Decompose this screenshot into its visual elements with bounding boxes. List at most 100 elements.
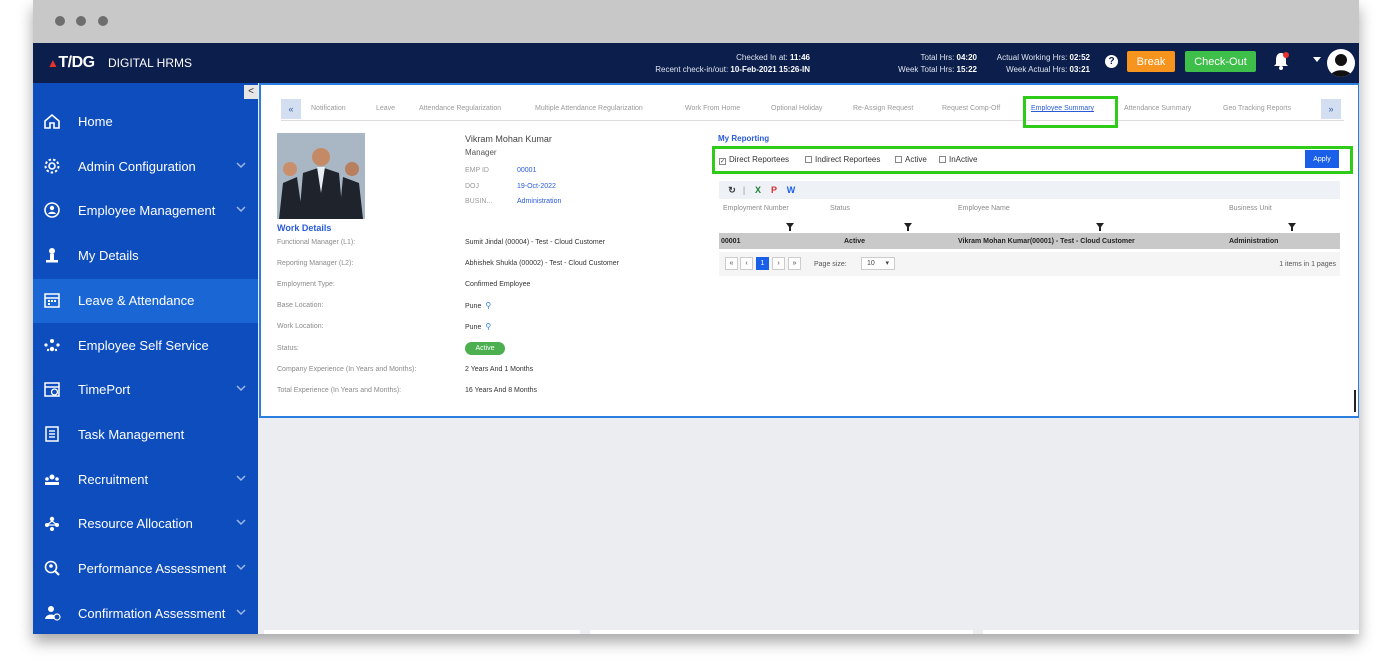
- checklist-icon: [45, 426, 59, 442]
- excel-export-icon[interactable]: X: [753, 185, 763, 195]
- sidebar-item-label: Performance Assessment: [78, 561, 227, 576]
- sidebar-item-label: TimePort: [78, 382, 131, 398]
- week-actual-stat: Week Actual Hrs: 03:21: [1006, 65, 1090, 74]
- tab-bar: « » Notification Leave Attendance Regulari…: [281, 99, 1344, 121]
- sidebar-item-timeport[interactable]: TimePort: [33, 368, 258, 412]
- pager-page-button[interactable]: 1: [756, 257, 769, 270]
- actual-working-stat: Actual Working Hrs: 02:52: [996, 53, 1090, 62]
- chevron-down-icon[interactable]: [236, 517, 246, 527]
- chevron-down-icon[interactable]: [236, 607, 246, 617]
- break-button[interactable]: Break: [1127, 51, 1175, 72]
- word-export-icon[interactable]: W: [786, 185, 796, 195]
- pdf-export-icon[interactable]: P: [769, 185, 779, 195]
- column-header-business-unit[interactable]: Business Unit: [1229, 205, 1272, 212]
- sidebar-item-home[interactable]: Home: [33, 100, 258, 144]
- pager-next-button[interactable]: ›: [772, 257, 785, 270]
- functional-manager-label: Functional Manager (L1):: [277, 239, 356, 246]
- window-dot[interactable]: [98, 16, 108, 26]
- sidebar-item-my-details[interactable]: My Details: [33, 234, 258, 278]
- sidebar-item-label: Admin Configuration: [78, 158, 196, 174]
- reporting-manager-label: Reporting Manager (L2):: [277, 260, 354, 267]
- page-size-select[interactable]: 10 ▾: [861, 257, 895, 270]
- main-content: « » Notification Leave Attendance Regulari…: [259, 83, 1359, 418]
- tab-leave[interactable]: Leave: [376, 105, 395, 112]
- avatar[interactable]: [1327, 49, 1355, 77]
- company-experience-value: 2 Years And 1 Months: [465, 366, 534, 373]
- help-icon[interactable]: ?: [1105, 55, 1118, 68]
- total-experience-value: 16 Years And 8 Months: [465, 387, 537, 394]
- tab-attendance-regularization[interactable]: Attendance Regularization: [419, 105, 501, 112]
- tab-multiple-attendance-regularization[interactable]: Multiple Attendance Regularization: [535, 105, 643, 112]
- table-row[interactable]: 00001 Active Vikram Mohan Kumar(00001) -…: [719, 233, 1340, 249]
- sidebar-item-admin-configuration[interactable]: Admin Configuration: [33, 145, 258, 189]
- cell-business-unit: Administration: [1229, 238, 1279, 245]
- location-pin-icon[interactable]: ⚲: [485, 322, 491, 331]
- chevron-down-icon[interactable]: [236, 383, 246, 393]
- checkout-button[interactable]: Check-Out: [1185, 51, 1256, 72]
- sidebar-collapse-button[interactable]: <: [244, 85, 258, 99]
- my-reporting-title: My Reporting: [718, 134, 770, 143]
- calendar-icon: [44, 293, 60, 308]
- app-window: ▲T/DG DIGITAL HRMS Checked In at: 11:46 …: [33, 0, 1359, 634]
- employee-role: Manager: [465, 148, 497, 157]
- emp-id-field: EMP ID 00001: [465, 167, 537, 174]
- tab-attendance-summary[interactable]: Attendance Summary: [1124, 105, 1191, 112]
- base-location-value: Pune ⚲: [465, 301, 492, 310]
- grid-toolbar: ↻ | X P W: [719, 181, 1340, 199]
- window-dot[interactable]: [55, 16, 65, 26]
- sidebar-item-label: Employee Management: [78, 203, 216, 219]
- work-details-title: Work Details: [277, 223, 332, 233]
- tab-geo-tracking-reports[interactable]: Geo Tracking Reports: [1223, 105, 1291, 112]
- chevron-down-icon[interactable]: [1313, 57, 1321, 62]
- status-label: Status:: [277, 345, 299, 352]
- employee-photo: [277, 133, 365, 219]
- tab-prev-button[interactable]: «: [281, 99, 301, 119]
- pager-first-button[interactable]: «: [725, 257, 738, 270]
- tab-next-button[interactable]: »: [1321, 99, 1341, 119]
- footer-panel: [983, 630, 1359, 634]
- scrollbar[interactable]: [1354, 390, 1356, 412]
- sidebar-item-employee-management[interactable]: Employee Management: [33, 189, 258, 233]
- chevron-down-icon[interactable]: [236, 562, 246, 572]
- tab-work-from-home[interactable]: Work From Home: [685, 105, 740, 112]
- pager-info: 1 items in 1 pages: [1279, 261, 1336, 268]
- footer-panel: [590, 630, 973, 634]
- tab-request-comp-off[interactable]: Request Comp-Off: [942, 105, 1000, 112]
- sidebar-item-performance-assessment[interactable]: Performance Assessment: [33, 547, 258, 591]
- employment-type-label: Employment Type:: [277, 281, 335, 288]
- filter-icon[interactable]: [1096, 223, 1104, 231]
- location-pin-icon[interactable]: ⚲: [485, 301, 491, 310]
- sidebar-item-employee-self-service[interactable]: Employee Self Service: [33, 324, 258, 368]
- chevron-down-icon[interactable]: [236, 160, 246, 170]
- person-icon: [46, 248, 58, 263]
- sidebar-item-label: Leave & Attendance: [78, 292, 195, 308]
- filter-icon[interactable]: [904, 223, 912, 231]
- column-header-status[interactable]: Status: [830, 205, 850, 212]
- bell-icon[interactable]: [1272, 51, 1290, 71]
- pager-prev-button[interactable]: ‹: [740, 257, 753, 270]
- window-dot[interactable]: [76, 16, 86, 26]
- sidebar-item-label: Recruitment: [78, 471, 149, 487]
- sidebar-item-leave-attendance[interactable]: Leave & Attendance: [33, 278, 258, 323]
- sidebar-item-confirmation-assessment[interactable]: Confirmation Assessment: [33, 592, 258, 634]
- employment-type-value: Confirmed Employee: [465, 281, 531, 288]
- tab-notification[interactable]: Notification: [311, 105, 346, 112]
- filter-icon[interactable]: [1288, 223, 1296, 231]
- page-size-label: Page size:: [814, 261, 847, 268]
- refresh-icon[interactable]: ↻: [727, 185, 737, 195]
- filter-icon[interactable]: [786, 223, 794, 231]
- pager-last-button[interactable]: »: [788, 257, 801, 270]
- week-total-stat: Week Total Hrs: 15:22: [898, 65, 977, 74]
- tab-re-assign-request[interactable]: Re-Assign Request: [853, 105, 913, 112]
- column-header-employment-number[interactable]: Employment Number: [723, 205, 789, 212]
- sidebar-item-resource-allocation[interactable]: Resource Allocation: [33, 502, 258, 546]
- functional-manager-value: Sumit Jindal (00004) - Test - Cloud Cust…: [465, 239, 605, 246]
- employee-icon: [44, 202, 60, 219]
- column-header-employee-name[interactable]: Employee Name: [958, 205, 1010, 212]
- tab-optional-holiday[interactable]: Optional Holiday: [771, 105, 822, 112]
- sidebar-item-task-management[interactable]: Task Management: [33, 413, 258, 457]
- filter-highlight: [712, 146, 1353, 174]
- chevron-down-icon[interactable]: [236, 204, 246, 214]
- sidebar-item-recruitment[interactable]: Recruitment: [33, 458, 258, 502]
- chevron-down-icon[interactable]: [236, 473, 246, 483]
